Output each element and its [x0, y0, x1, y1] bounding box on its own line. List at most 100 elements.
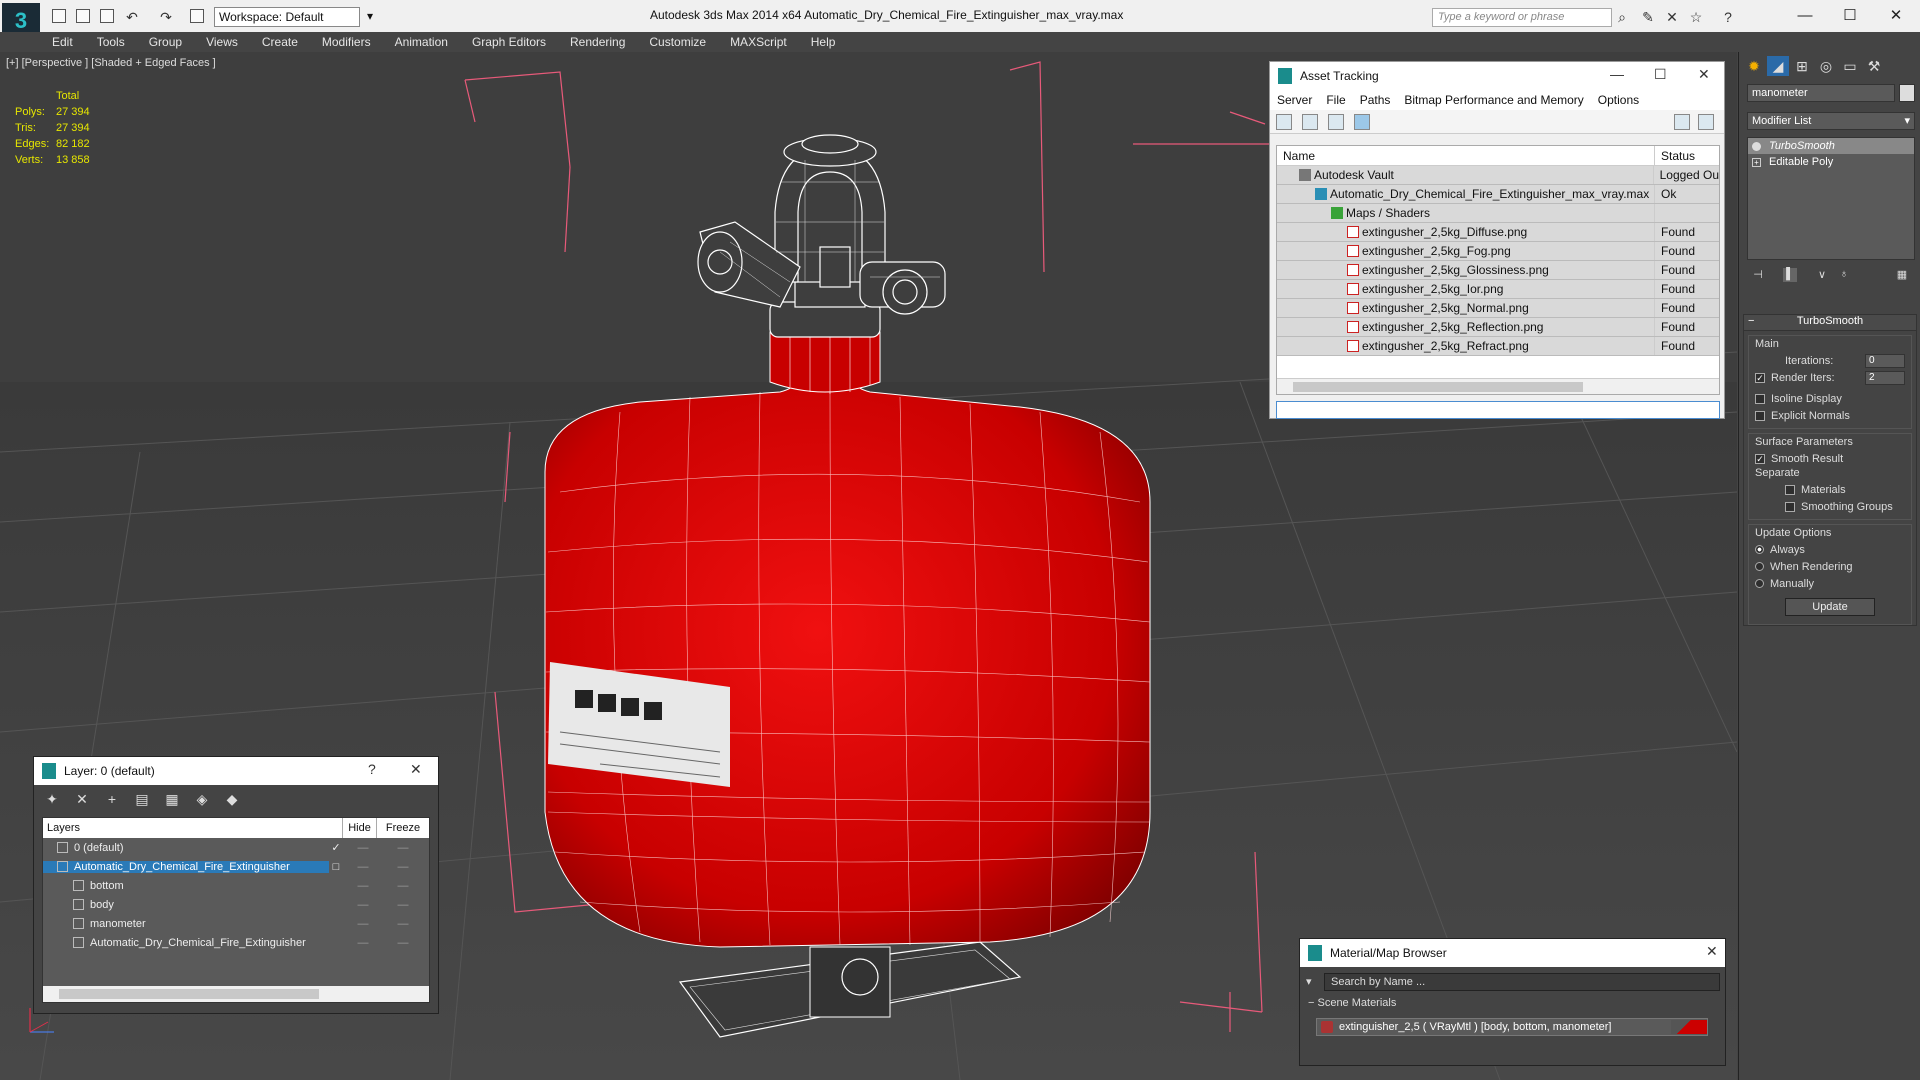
hide-toggle[interactable]: — [343, 842, 383, 854]
hide-toggle[interactable]: — [343, 918, 383, 930]
smooth-result-checkbox[interactable]: ✓ [1755, 453, 1765, 464]
separate-materials-checkbox[interactable] [1785, 484, 1795, 495]
asset-menu-bitmap-performance[interactable]: Bitmap Performance and Memory [1404, 93, 1583, 107]
material-item[interactable]: extinguisher_2,5 ( VRayMtl ) [body, bott… [1316, 1018, 1708, 1036]
display-tab-icon[interactable]: ▭ [1839, 56, 1861, 76]
configure-sets-icon[interactable]: ▦ [1895, 268, 1909, 282]
asset-tracking-titlebar[interactable]: Asset Tracking — ☐ ✕ [1270, 62, 1724, 90]
layer-row[interactable]: body — — [43, 895, 429, 914]
help-icon[interactable]: ? [368, 761, 376, 777]
always-radio[interactable] [1755, 545, 1764, 554]
remove-modifier-icon[interactable]: ♁ [1837, 268, 1851, 282]
motion-tab-icon[interactable]: ◎ [1815, 56, 1837, 76]
hide-toggle[interactable]: — [343, 880, 383, 892]
iterations-spinner[interactable]: 0 [1865, 353, 1905, 368]
workspace-select[interactable]: Workspace: Default [214, 7, 373, 27]
add-to-layer-icon[interactable]: + [104, 791, 120, 807]
freeze-toggle[interactable]: — [383, 918, 423, 930]
freeze-toggle[interactable]: — [383, 937, 423, 949]
material-browser-titlebar[interactable]: Material/Map Browser ✕ [1300, 939, 1725, 967]
scene-materials-group[interactable]: − Scene Materials [1308, 997, 1718, 1009]
update-button[interactable]: Update [1785, 598, 1875, 616]
freeze-toggle[interactable]: — [383, 899, 423, 911]
freeze-toggle[interactable]: — [383, 880, 423, 892]
hide-column-header[interactable]: Hide [343, 818, 377, 838]
close-icon[interactable]: ✕ [1876, 4, 1916, 28]
explicit-normals-checkbox[interactable] [1755, 410, 1765, 421]
layer-row[interactable]: Automatic_Dry_Chemical_Fire_Extinguisher… [43, 933, 429, 952]
layer-manager-titlebar[interactable]: Layer: 0 (default) ? ✕ [34, 757, 438, 785]
render-iters-checkbox[interactable]: ✓ [1755, 372, 1765, 383]
create-tab-icon[interactable]: ✹ [1743, 56, 1765, 76]
save-file-icon[interactable] [100, 9, 114, 23]
status-column-header[interactable]: Status [1655, 149, 1695, 163]
open-file-icon[interactable] [76, 9, 90, 23]
table-view-icon[interactable] [1354, 114, 1370, 130]
object-color-swatch[interactable] [1899, 84, 1915, 102]
modifier-list-dropdown[interactable]: Modifier List [1747, 112, 1915, 130]
pin-stack-icon[interactable]: ⊣ [1751, 268, 1765, 282]
detail-view-icon[interactable] [1328, 114, 1344, 130]
menu-views[interactable]: Views [206, 35, 238, 49]
manually-radio[interactable] [1755, 579, 1764, 588]
make-unique-icon[interactable]: ∨ [1815, 268, 1829, 282]
turbosmooth-rollout-header[interactable]: TurboSmooth [1744, 315, 1916, 331]
asset-menu-server[interactable]: Server [1277, 93, 1312, 107]
layer-row[interactable]: manometer — — [43, 914, 429, 933]
show-end-result-icon[interactable]: ▌ [1783, 268, 1797, 282]
refresh-icon[interactable] [1276, 114, 1292, 130]
lightbulb-icon[interactable] [1752, 141, 1761, 151]
binoculars-icon[interactable]: ⌕ [1614, 9, 1630, 25]
asset-menu-paths[interactable]: Paths [1360, 93, 1391, 107]
asset-menu-file[interactable]: File [1326, 93, 1345, 107]
asset-path-field[interactable] [1276, 401, 1720, 419]
scrollbar-thumb[interactable] [59, 989, 319, 999]
layer-row[interactable]: bottom — — [43, 876, 429, 895]
current-layer-mark[interactable]: □ [329, 861, 343, 873]
scrollbar-thumb[interactable] [1293, 382, 1583, 392]
communication-icon[interactable]: ✎ [1640, 9, 1656, 25]
asset-row[interactable]: extingusher_2,5kg_Normal.png Found [1277, 299, 1719, 318]
freeze-toggle[interactable]: — [383, 842, 423, 854]
when-rendering-radio[interactable] [1755, 562, 1764, 571]
freeze-all-icon[interactable]: ◆ [224, 791, 240, 807]
hide-all-icon[interactable]: ◈ [194, 791, 210, 807]
layer-row[interactable]: 0 (default) ✓ — — [43, 838, 429, 857]
minimize-icon[interactable]: — [1785, 4, 1825, 28]
menu-create[interactable]: Create [262, 35, 298, 49]
maximize-icon[interactable]: ☐ [1654, 66, 1667, 83]
create-layer-icon[interactable]: ✦ [44, 791, 60, 807]
help-icon[interactable] [1674, 114, 1690, 130]
layer-row[interactable]: Automatic_Dry_Chemical_Fire_Extinguisher… [43, 857, 429, 876]
name-column-header[interactable]: Name [1277, 146, 1655, 165]
menu-edit[interactable]: Edit [52, 35, 73, 49]
exchange-icon[interactable]: ✕ [1664, 9, 1680, 25]
select-objects-icon[interactable]: ▤ [134, 791, 150, 807]
viewport-label[interactable]: [+] [Perspective ] [Shaded + Edged Faces… [6, 57, 216, 69]
menu-graph-editors[interactable]: Graph Editors [472, 35, 546, 49]
close-icon[interactable]: ✕ [1706, 943, 1718, 960]
menu-rendering[interactable]: Rendering [570, 35, 625, 49]
asset-row[interactable]: extingusher_2,5kg_Ior.png Found [1277, 280, 1719, 299]
minimize-icon[interactable]: — [1610, 66, 1624, 82]
modify-tab-icon[interactable]: ◢ [1767, 56, 1789, 76]
maximize-icon[interactable]: ☐ [1830, 4, 1870, 28]
asset-row[interactable]: Maps / Shaders [1277, 204, 1719, 223]
layers-horizontal-scrollbar[interactable] [43, 986, 429, 1002]
stack-item-editable-poly[interactable]: + Editable Poly [1748, 154, 1914, 170]
hide-toggle[interactable]: — [343, 899, 383, 911]
asset-row[interactable]: extingusher_2,5kg_Fog.png Found [1277, 242, 1719, 261]
project-folder-icon[interactable] [190, 9, 204, 23]
browser-options-icon[interactable]: ▾ [1306, 975, 1312, 988]
highlight-layer-icon[interactable]: ▦ [164, 791, 180, 807]
menu-group[interactable]: Group [149, 35, 182, 49]
expand-icon[interactable]: + [1752, 157, 1761, 167]
undo-icon[interactable]: ↶ [124, 9, 140, 25]
delete-layer-icon[interactable]: ✕ [74, 791, 90, 807]
list-view-icon[interactable] [1302, 114, 1318, 130]
asset-row[interactable]: Automatic_Dry_Chemical_Fire_Extinguisher… [1277, 185, 1719, 204]
menu-customize[interactable]: Customize [649, 35, 706, 49]
hierarchy-tab-icon[interactable]: ⊞ [1791, 56, 1813, 76]
object-name-field[interactable]: manometer [1747, 84, 1895, 102]
menu-animation[interactable]: Animation [395, 35, 448, 49]
